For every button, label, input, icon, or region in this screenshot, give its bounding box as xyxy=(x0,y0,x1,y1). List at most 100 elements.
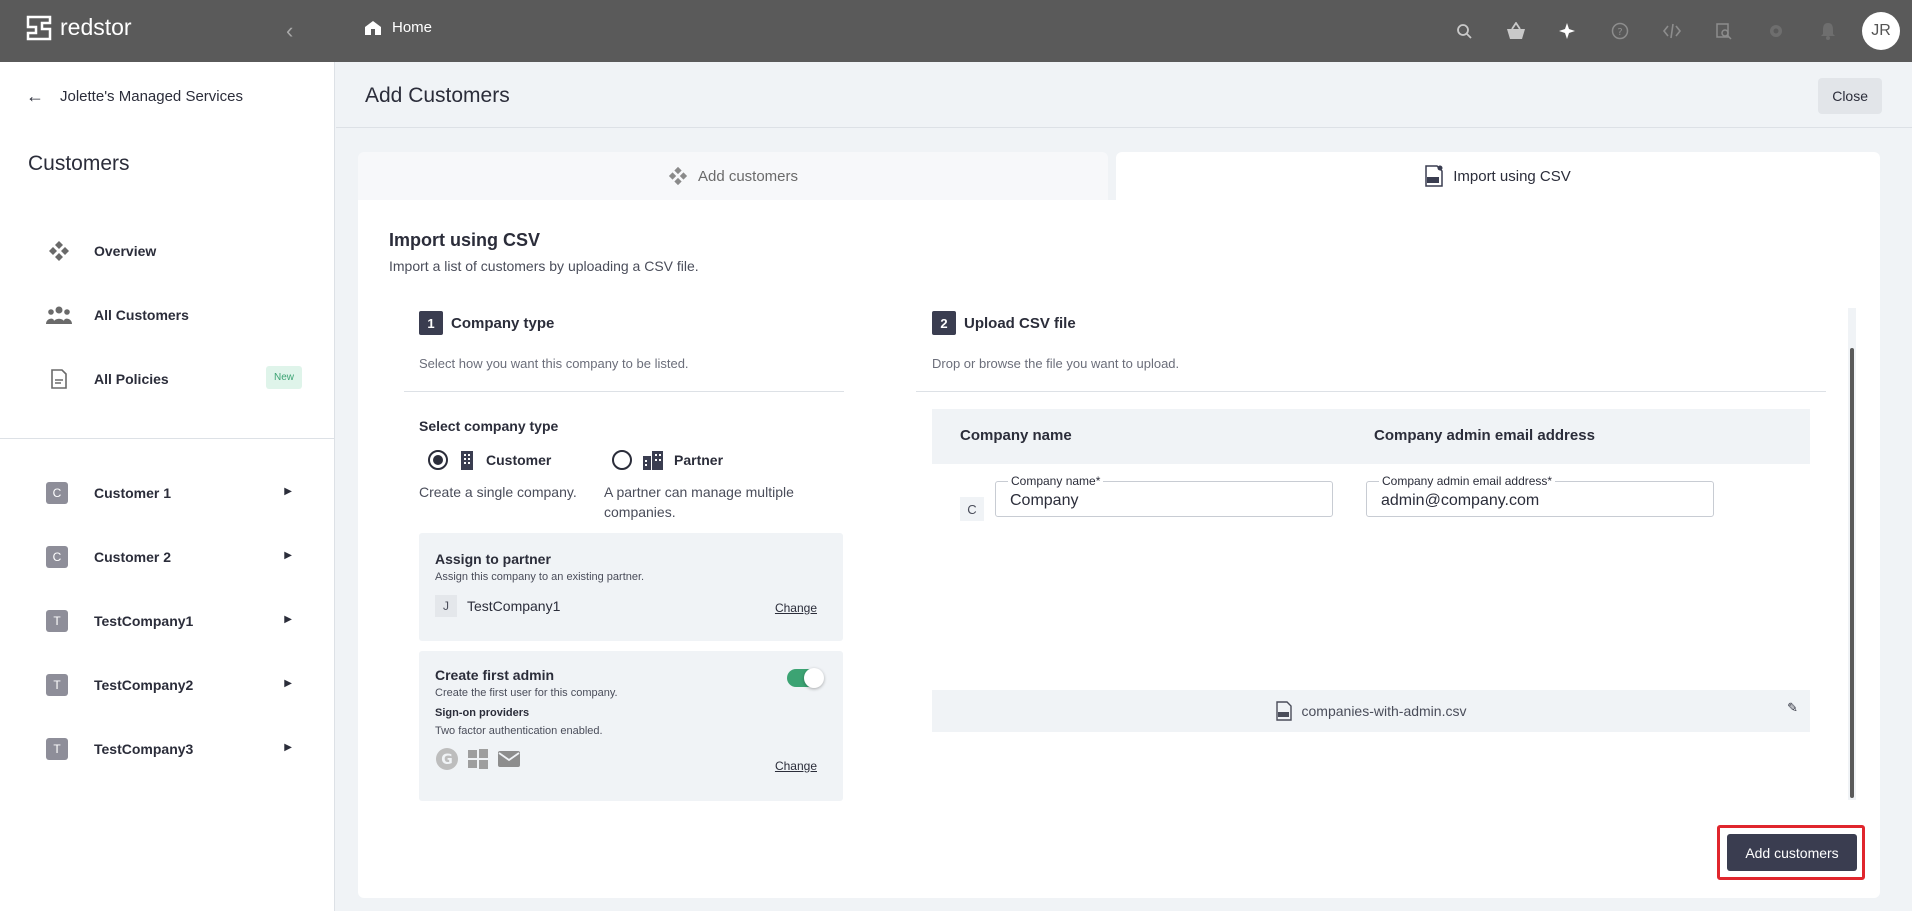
step-number: 2 xyxy=(932,311,956,335)
selected-partner: J TestCompany1 xyxy=(435,595,560,617)
field-label: Company name* xyxy=(1008,474,1104,488)
code-icon[interactable] xyxy=(1646,0,1698,62)
company-type-card: 1 Company type Select how you want this … xyxy=(404,308,844,804)
back-to-managed-services[interactable]: ← Jolette's Managed Services xyxy=(26,86,243,107)
tab-import-csv[interactable]: Import using CSV xyxy=(1116,152,1880,200)
brand-logo[interactable]: redstor xyxy=(26,14,132,41)
sidebar-customer-item[interactable]: C Customer 2 ▶ xyxy=(46,546,296,568)
radio-label: Partner xyxy=(674,452,724,468)
customer-initial: T xyxy=(46,738,68,760)
assign-partner-desc: Assign this company to an existing partn… xyxy=(435,571,645,583)
panel-scrollbar[interactable] xyxy=(1848,308,1856,800)
create-admin-toggle[interactable] xyxy=(787,668,824,688)
radio-button[interactable] xyxy=(428,450,448,470)
signon-providers: G xyxy=(435,747,521,771)
caret-right-icon[interactable]: ▶ xyxy=(284,678,292,689)
step-title: Company type xyxy=(451,314,555,332)
building-icon xyxy=(461,451,473,470)
edit-file-icon[interactable]: ✎ xyxy=(1787,700,1798,716)
sidebar-item-all-customers[interactable]: All Customers xyxy=(46,304,306,326)
radio-button[interactable] xyxy=(612,450,632,470)
sidebar-divider xyxy=(0,438,335,439)
step-1-heading: 1 Company type xyxy=(419,311,554,335)
sidebar-item-label: Overview xyxy=(94,243,157,259)
change-signon-link[interactable]: Change xyxy=(775,759,817,773)
gear-icon[interactable] xyxy=(1750,0,1802,62)
field-value: Company xyxy=(1010,492,1079,509)
step-2-heading: 2 Upload CSV file xyxy=(932,311,1076,335)
customer-label: Customer 2 xyxy=(94,549,172,565)
sidebar: ← Jolette's Managed Services Customers O… xyxy=(0,62,335,911)
csv-file-icon xyxy=(1425,165,1443,187)
tab-label: Add customers xyxy=(697,167,799,185)
caret-right-icon[interactable]: ▶ xyxy=(284,550,292,561)
main-header: Add Customers Close xyxy=(336,62,1912,128)
help-icon[interactable]: ? xyxy=(1594,0,1646,62)
customer-label: TestCompany2 xyxy=(94,677,194,693)
user-avatar[interactable]: JR xyxy=(1862,12,1900,50)
radio-partner[interactable]: Partner xyxy=(612,450,723,470)
radio-customer-desc: Create a single company. xyxy=(419,484,577,500)
back-label: Jolette's Managed Services xyxy=(60,88,243,105)
radio-label: Customer xyxy=(486,452,552,468)
company-name-field[interactable]: Company name* Company xyxy=(995,474,1333,517)
select-company-type-label: Select company type xyxy=(419,418,559,434)
tab-label: Import using CSV xyxy=(1453,167,1571,185)
top-icons: ? JR xyxy=(1438,0,1912,62)
basket-icon[interactable] xyxy=(1490,0,1542,62)
radio-customer[interactable]: Customer xyxy=(428,450,551,470)
overview-icon xyxy=(668,166,688,186)
caret-right-icon[interactable]: ▶ xyxy=(284,486,292,497)
csv-table-header: Company name Company admin email address xyxy=(932,409,1810,464)
partner-initial: J xyxy=(435,595,457,617)
sidebar-customer-item[interactable]: C Customer 1 ▶ xyxy=(46,482,296,504)
signon-title: Sign-on providers xyxy=(435,707,530,719)
bell-icon[interactable] xyxy=(1802,0,1854,62)
step-title: Upload CSV file xyxy=(964,314,1076,332)
sidebar-item-overview[interactable]: Overview xyxy=(46,240,306,262)
change-partner-link[interactable]: Change xyxy=(775,601,817,615)
divider xyxy=(916,391,1826,392)
add-customers-button[interactable]: Add customers xyxy=(1727,834,1857,871)
column-header-company-name: Company name xyxy=(960,427,1072,444)
new-badge: New xyxy=(266,366,303,389)
customer-label: Customer 1 xyxy=(94,485,172,501)
step-description: Select how you want this company to be l… xyxy=(419,356,689,371)
sidebar-item-all-policies[interactable]: All Policies New xyxy=(46,366,306,390)
page-title: Add Customers xyxy=(365,84,510,107)
divider xyxy=(404,391,844,392)
close-button[interactable]: Close xyxy=(1818,78,1882,114)
customer-initial: C xyxy=(46,482,68,504)
admin-email-field[interactable]: Company admin email address* admin@compa… xyxy=(1366,474,1714,517)
inspect-icon[interactable] xyxy=(1698,0,1750,62)
search-icon[interactable] xyxy=(1438,0,1490,62)
step-description: Drop or browse the file you want to uplo… xyxy=(932,356,1180,371)
sidebar-customer-item[interactable]: T TestCompany1 ▶ xyxy=(46,610,296,632)
caret-right-icon[interactable]: ▶ xyxy=(284,742,292,753)
sidebar-item-label: All Customers xyxy=(94,307,189,323)
sparkle-icon[interactable] xyxy=(1542,0,1594,62)
upload-csv-card: 2 Upload CSV file Drop or browse the fil… xyxy=(916,308,1826,754)
sidebar-customer-item[interactable]: T TestCompany3 ▶ xyxy=(46,738,296,760)
people-icon xyxy=(46,304,72,326)
redstor-logo-icon xyxy=(26,15,52,40)
svg-text:G: G xyxy=(441,752,453,768)
scrollbar-thumb[interactable] xyxy=(1850,348,1854,798)
customer-initial: T xyxy=(46,610,68,632)
breadcrumb-home[interactable]: Home xyxy=(364,19,432,36)
column-header-admin-email: Company admin email address xyxy=(1374,427,1595,444)
collapse-sidebar-icon[interactable]: ‹ xyxy=(286,18,293,44)
brand-name: redstor xyxy=(60,14,132,40)
step-number: 1 xyxy=(419,311,443,335)
windows-icon xyxy=(468,749,488,769)
sidebar-customer-item[interactable]: T TestCompany2 ▶ xyxy=(46,674,296,696)
field-label: Company admin email address* xyxy=(1379,474,1556,488)
panel-subtitle: Import a list of customers by uploading … xyxy=(389,258,699,274)
partner-name: TestCompany1 xyxy=(467,598,561,614)
caret-right-icon[interactable]: ▶ xyxy=(284,614,292,625)
assign-partner-card: Assign to partner Assign this company to… xyxy=(419,533,843,641)
assign-partner-title: Assign to partner xyxy=(435,551,551,567)
csv-file-icon xyxy=(1275,701,1292,721)
tab-add-customers[interactable]: Add customers xyxy=(358,152,1108,200)
home-icon xyxy=(365,20,381,35)
